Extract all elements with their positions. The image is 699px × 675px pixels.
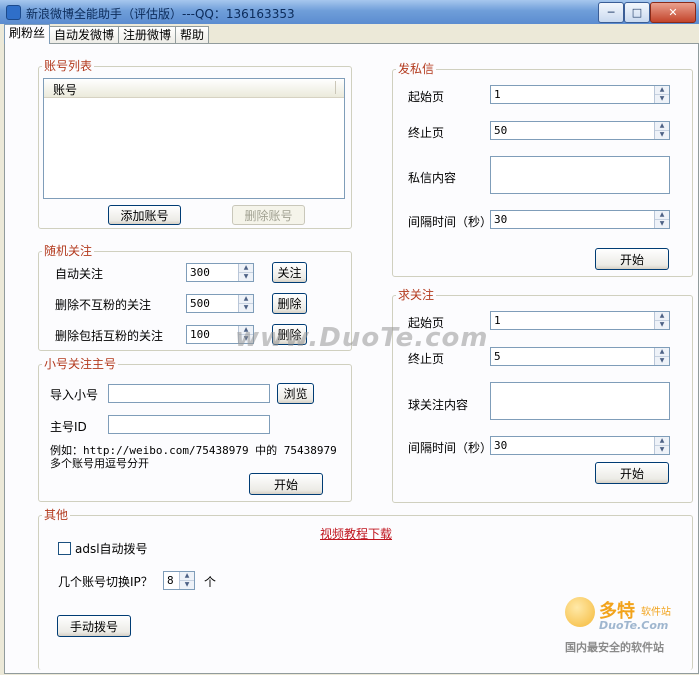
tab-register[interactable]: 注册微博: [118, 26, 177, 44]
small-follow-group: 小号关注主号 导入小号 浏览 主号ID 例如：http://weibo.com/…: [38, 357, 352, 502]
spin-down-icon[interactable]: ▼: [655, 95, 669, 103]
spin-up-icon[interactable]: ▲: [180, 572, 194, 581]
window-title: 新浪微博全能助手（评估版）---QQ：136163353: [26, 7, 295, 21]
follow-button[interactable]: 关注: [272, 262, 307, 283]
sf-content-label: 球关注内容: [408, 398, 469, 412]
switch-ip-unit: 个: [204, 575, 217, 589]
main-id-input[interactable]: [108, 415, 270, 434]
accounts-title: 账号列表: [42, 59, 95, 73]
accounts-list[interactable]: 账号: [43, 78, 345, 199]
random-follow-title: 随机关注: [42, 244, 95, 258]
small-follow-start-button[interactable]: 开始: [249, 473, 323, 495]
title-bar[interactable]: 新浪微博全能助手（评估版）---QQ：136163353 ─ □ ✕: [0, 0, 699, 24]
manual-dial-button[interactable]: 手动拨号: [57, 615, 131, 637]
spin-up-icon[interactable]: ▲: [655, 211, 669, 220]
spin-down-icon[interactable]: ▼: [239, 273, 253, 281]
column-separator: [335, 81, 336, 94]
close-button[interactable]: ✕: [650, 2, 696, 23]
pm-start-button[interactable]: 开始: [595, 248, 669, 270]
remove-nonmutual-button[interactable]: 删除: [272, 293, 307, 314]
remove-nonmutual-label: 删除不互粉的关注: [55, 298, 152, 312]
pm-content-label: 私信内容: [408, 171, 457, 185]
sf-end-page-spinner[interactable]: 5 ▲ ▼: [490, 347, 670, 366]
app-icon: [6, 5, 21, 20]
other-title: 其他: [42, 508, 71, 522]
tab-auto-post[interactable]: 自动发微博: [49, 26, 120, 44]
pm-start-page-value: 1: [494, 88, 501, 101]
spin-up-icon[interactable]: ▲: [239, 264, 253, 273]
spin-up-icon[interactable]: ▲: [655, 437, 669, 446]
accounts-column-header[interactable]: 账号: [53, 81, 77, 98]
sf-start-page-value: 1: [494, 314, 501, 327]
private-message-group: 发私信 起始页 1 ▲ ▼ 终止页 50 ▲ ▼ 私信内容 间隔时间（秒） 30 ▲…: [392, 62, 693, 277]
sf-start-button[interactable]: 开始: [595, 462, 669, 484]
tab-boost-fans[interactable]: 刷粉丝: [4, 24, 51, 44]
spin-down-icon[interactable]: ▼: [655, 131, 669, 139]
remove-all-value: 100: [190, 328, 210, 341]
switch-ip-label: 几个账号切换IP？: [58, 575, 153, 589]
tab-panel: 账号列表 账号 添加账号 删除账号 随机关注 自动关注 300 ▲ ▼ 关注 删除…: [4, 43, 699, 674]
logo-sub: 软件站: [641, 607, 671, 618]
tab-help[interactable]: 帮助: [175, 26, 210, 44]
video-tutorial-link[interactable]: 视频教程下载: [320, 525, 392, 542]
remove-all-label: 删除包括互粉的关注: [55, 329, 164, 343]
separator-note: 多个账号用逗号分开: [50, 457, 149, 470]
duote-logo: 多特 软件站 DuoTe.Com 国内最安全的软件站: [561, 595, 691, 657]
pm-end-page-label: 终止页: [408, 126, 445, 140]
example-note: 例如：http://weibo.com/75438979 中的 75438979: [50, 444, 337, 457]
accounts-group: 账号列表 账号 添加账号 删除账号: [38, 59, 352, 229]
spin-down-icon[interactable]: ▼: [655, 446, 669, 454]
pm-interval-label: 间隔时间（秒）: [408, 215, 493, 229]
spin-down-icon[interactable]: ▼: [180, 581, 194, 589]
small-follow-title: 小号关注主号: [42, 357, 119, 371]
sf-interval-label: 间隔时间（秒）: [408, 441, 493, 455]
browse-button[interactable]: 浏览: [277, 383, 314, 404]
pm-interval-value: 30: [494, 213, 508, 226]
center-watermark: www.DuoTe.com: [235, 323, 489, 353]
tab-strip: 刷粉丝 自动发微博 注册微博 帮助: [4, 24, 210, 44]
delete-account-button[interactable]: 删除账号: [232, 205, 305, 225]
auto-follow-label: 自动关注: [55, 267, 104, 281]
spin-down-icon[interactable]: ▼: [655, 321, 669, 329]
pm-start-page-label: 起始页: [408, 90, 445, 104]
adsl-label: adsl自动拨号: [75, 542, 148, 556]
spin-up-icon[interactable]: ▲: [655, 312, 669, 321]
import-label: 导入小号: [50, 388, 99, 402]
sf-content-input[interactable]: [490, 382, 670, 420]
auto-follow-spinner[interactable]: 300 ▲ ▼: [186, 263, 254, 282]
accounts-list-header: 账号: [44, 79, 344, 98]
minimize-button[interactable]: ─: [598, 2, 624, 23]
sf-start-page-spinner[interactable]: 1 ▲ ▼: [490, 311, 670, 330]
sf-interval-value: 30: [494, 439, 508, 452]
private-message-title: 发私信: [396, 62, 437, 76]
switch-ip-value: 8: [167, 574, 174, 587]
logo-slogan: 国内最安全的软件站: [565, 641, 664, 654]
spin-down-icon[interactable]: ▼: [655, 357, 669, 365]
switch-ip-spinner[interactable]: 8 ▲ ▼: [163, 571, 195, 590]
spin-up-icon[interactable]: ▲: [655, 122, 669, 131]
pm-end-page-spinner[interactable]: 50 ▲ ▼: [490, 121, 670, 140]
adsl-checkbox[interactable]: [58, 542, 71, 555]
spin-up-icon[interactable]: ▲: [655, 348, 669, 357]
pm-interval-spinner[interactable]: 30 ▲ ▼: [490, 210, 670, 229]
spin-up-icon[interactable]: ▲: [655, 86, 669, 95]
remove-nonmutual-spinner[interactable]: 500 ▲ ▼: [186, 294, 254, 313]
add-account-button[interactable]: 添加账号: [108, 205, 181, 225]
spin-down-icon[interactable]: ▼: [655, 220, 669, 228]
main-id-label: 主号ID: [50, 420, 87, 434]
logo-en: DuoTe.Com: [599, 619, 669, 632]
pm-content-input[interactable]: [490, 156, 670, 194]
remove-nonmutual-value: 500: [190, 297, 210, 310]
mascot-icon: [565, 597, 595, 627]
sf-end-page-value: 5: [494, 350, 501, 363]
pm-end-page-value: 50: [494, 124, 508, 137]
auto-follow-value: 300: [190, 266, 210, 279]
sf-interval-spinner[interactable]: 30 ▲ ▼: [490, 436, 670, 455]
spin-up-icon[interactable]: ▲: [239, 295, 253, 304]
import-input[interactable]: [108, 384, 270, 403]
spin-down-icon[interactable]: ▼: [239, 304, 253, 312]
maximize-button[interactable]: □: [624, 2, 650, 23]
seek-follow-title: 求关注: [396, 288, 437, 302]
pm-start-page-spinner[interactable]: 1 ▲ ▼: [490, 85, 670, 104]
